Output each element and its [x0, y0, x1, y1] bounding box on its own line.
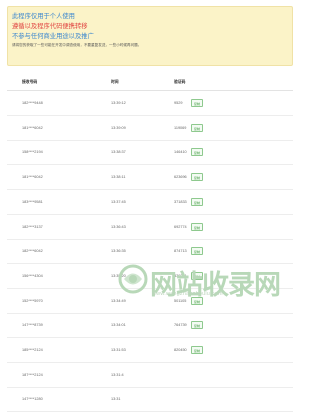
watermark: 网站收录网 www.wangzhanshoulu.com [118, 262, 296, 301]
table-row: 181****6042 13:38:11 623696 复制 [7, 165, 293, 191]
table-row: 182****3137 13:36:43 692774 复制 [7, 215, 293, 240]
received-time: 13:31 [111, 397, 121, 402]
received-time: 13:38:37 [111, 150, 126, 155]
received-time: 13:39:12 [111, 101, 126, 105]
table-row: 147****1280 13:31 [7, 387, 293, 412]
notice-line-tip: 请将您的获取了一些可能在开发中调查使用，不要重复发送，一些小时候再问题。 [12, 43, 142, 47]
copy-button[interactable]: 复制 [191, 247, 203, 256]
table-row: 158****2194 13:38:37 146410 复制 [7, 140, 293, 166]
table-row: 181****6042 13:39:09 119069 复制 [7, 116, 293, 141]
phone-number: 182****9448 [22, 101, 43, 105]
copy-button[interactable]: 复制 [191, 148, 203, 157]
received-time: 13:31:4 [111, 372, 124, 377]
verification-code: 371833 [174, 199, 187, 204]
table-row: 182****6042 13:36:35 874713 复制 [7, 239, 293, 265]
notice-line-personal-use: 此程序仅用于个人使用 [12, 13, 75, 20]
table-row: 147****8739 13:34:01 764739 复制 [7, 313, 293, 339]
table-row: 183****9581 13:37:45 371833 复制 [7, 190, 293, 215]
table-row: 185****2124 13:31:53 820450 复制 [7, 338, 293, 363]
received-time: 13:37:45 [111, 199, 126, 204]
phone-number: 182****6042 [22, 249, 43, 254]
phone-number: 152****5970 [22, 298, 43, 303]
copy-button[interactable]: 复制 [191, 173, 203, 182]
received-time: 13:34:49 [111, 298, 126, 303]
copy-button[interactable]: 复制 [191, 197, 203, 206]
watermark-url: www.wangzhanshoulu.com [152, 291, 223, 297]
received-time: 13:36:43 [111, 224, 126, 229]
copy-button[interactable]: 复制 [191, 123, 203, 132]
table-row: 187****2124 13:31:4 [7, 363, 293, 388]
notice-box: 此程序仅用于个人使用 遵循以及程序代码便携转移 不参与任何商业用途以及推广 请将… [7, 6, 293, 66]
verification-code: 9529 [174, 101, 183, 105]
column-header-code: 验证码 [174, 80, 186, 84]
verification-code: 119069 [174, 125, 187, 130]
verification-code: 874713 [174, 249, 187, 254]
watermark-logo-icon [118, 264, 148, 294]
received-time: 13:38:11 [111, 175, 126, 180]
phone-number: 156****4304 [22, 273, 43, 278]
verification-code: 764739 [174, 323, 187, 328]
table-row: 182****9448 13:39:12 9529 复制 [7, 91, 293, 116]
received-time: 13:34:01 [111, 323, 126, 328]
phone-number: 182****3137 [22, 224, 43, 229]
verification-code: 820450 [174, 348, 187, 352]
copy-button[interactable]: 复制 [191, 321, 203, 330]
received-time: 13:31:53 [111, 348, 126, 352]
phone-number: 185****2124 [22, 348, 43, 352]
phone-number: 181****6042 [22, 125, 43, 130]
received-time: 13:36:35 [111, 249, 126, 254]
copy-button[interactable]: 复制 [191, 346, 203, 354]
phone-number: 187****2124 [22, 372, 43, 377]
phone-number: 158****2194 [22, 150, 43, 155]
column-header-time: 时间 [111, 80, 119, 84]
copy-button[interactable]: 复制 [191, 222, 203, 231]
copy-button[interactable]: 复制 [191, 99, 203, 107]
phone-number: 181****6042 [22, 175, 43, 180]
verification-code: 623696 [174, 175, 187, 180]
phone-number: 183****9581 [22, 199, 43, 204]
verification-code: 146410 [174, 150, 187, 155]
column-header-phone: 接收号码 [22, 80, 38, 84]
notice-line-code: 遵循以及程序代码便携转移 [12, 23, 88, 30]
notice-line-no-commercial: 不参与任何商业用途以及推广 [12, 33, 94, 40]
received-time: 13:39:09 [111, 125, 126, 130]
phone-number: 147****1280 [22, 397, 43, 402]
phone-number: 147****8739 [22, 323, 43, 328]
verification-code: 692774 [174, 224, 187, 229]
